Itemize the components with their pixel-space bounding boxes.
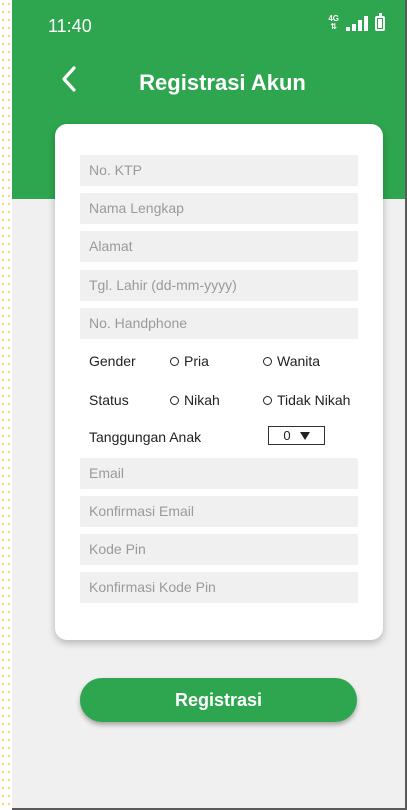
dropdown-arrow-icon bbox=[299, 431, 310, 440]
full-name-input[interactable] bbox=[80, 193, 358, 224]
status-option-label: Tidak Nikah bbox=[277, 392, 351, 408]
gender-radio-wanita[interactable]: Wanita bbox=[263, 353, 320, 369]
dependents-select[interactable]: 0 bbox=[268, 426, 325, 445]
ktp-input[interactable] bbox=[80, 155, 358, 186]
email-confirm-input[interactable] bbox=[80, 496, 358, 527]
app-screen: 11:40 4G ⇅ Registrasi Akun No. KTP Nama … bbox=[12, 0, 407, 810]
dependents-label: Tanggungan Anak bbox=[89, 429, 202, 445]
battery-icon bbox=[375, 12, 385, 31]
signal-icon bbox=[346, 15, 368, 31]
birth-date-input[interactable] bbox=[80, 270, 358, 301]
status-radio-nikah[interactable]: Nikah bbox=[170, 392, 220, 408]
page-title: Registrasi Akun bbox=[139, 70, 306, 95]
status-option-label: Nikah bbox=[184, 392, 220, 408]
registration-form-card: Gender Pria Wanita Status Nikah Tidak Ni… bbox=[55, 124, 383, 640]
status-icons: 4G ⇅ bbox=[328, 12, 385, 34]
address-input[interactable] bbox=[80, 231, 358, 262]
network-indicator: 4G ⇅ bbox=[328, 15, 339, 31]
gender-option-label: Wanita bbox=[277, 353, 321, 369]
background-pattern bbox=[0, 0, 12, 810]
dependents-value: 0 bbox=[283, 428, 291, 443]
phone-frame: 11:40 4G ⇅ Registrasi Akun No. KTP Nama … bbox=[0, 0, 407, 810]
data-arrows-icon: ⇅ bbox=[330, 22, 338, 31]
phone-input[interactable] bbox=[80, 308, 358, 339]
gender-radio-pria[interactable]: Pria bbox=[170, 353, 209, 369]
status-time: 11:40 bbox=[48, 16, 92, 36]
gender-option-label: Pria bbox=[184, 353, 209, 369]
radio-circle-icon bbox=[263, 356, 272, 366]
pin-confirm-input[interactable] bbox=[80, 572, 358, 603]
radio-circle-icon bbox=[170, 395, 179, 405]
status-radio-tidak-nikah[interactable]: Tidak Nikah bbox=[263, 392, 350, 408]
register-button[interactable]: Registrasi bbox=[80, 678, 357, 722]
radio-circle-icon bbox=[170, 356, 179, 366]
status-label: Status bbox=[89, 392, 129, 408]
radio-circle-icon bbox=[263, 395, 272, 405]
gender-label: Gender bbox=[89, 353, 136, 369]
pin-input[interactable] bbox=[80, 534, 358, 565]
email-input[interactable] bbox=[80, 458, 358, 489]
